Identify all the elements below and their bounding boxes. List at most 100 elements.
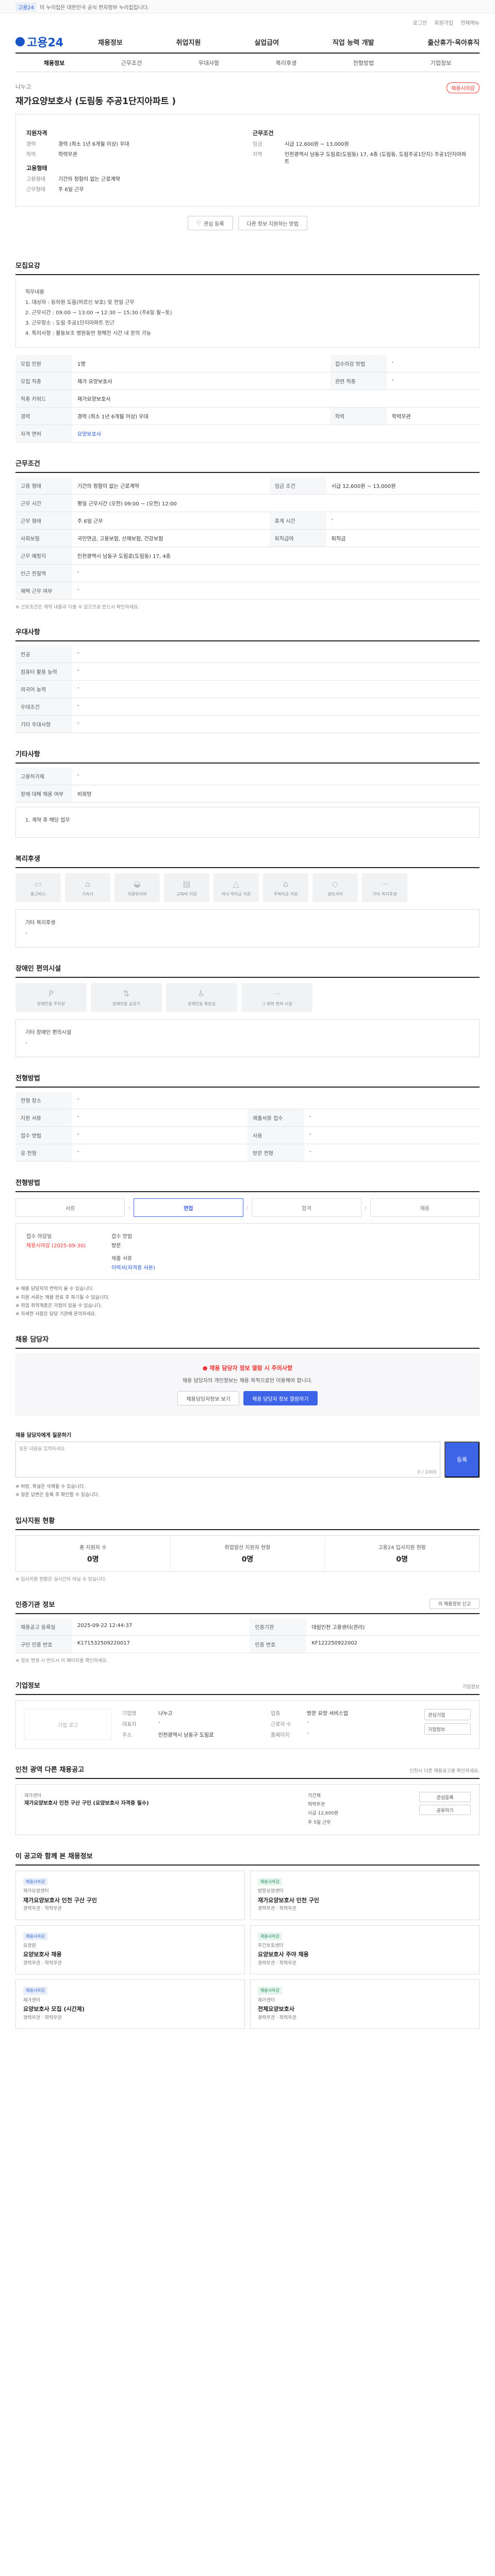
job-card[interactable]: 채용시마감 재가센터 전체요양보호사 경력무관 · 학력무관 [250,1979,480,2029]
info-val: 나누고 [158,1711,173,1717]
interest-button[interactable]: ♡ 관심 등록 [188,216,233,230]
cell: 평일 근무시간 (오전) 09:00 ~ (오전) 12:00 [72,494,480,512]
table-row: 자격 면허 요양보호사 [15,425,480,443]
site-logo[interactable]: 고용24 [15,33,98,50]
facility-label: 장애인용 화장실 [187,1001,216,1006]
desc-line: 2. 근무시간 : 09:00 ~ 13:00 → 12:30 ~ 15:30 … [25,310,172,316]
tab-conditions[interactable]: 근무조건 [93,59,170,67]
cell: - [304,1144,480,1162]
stats-note: ※ 입사지원 현황은 실시간이 아닐 수 있습니다. [15,1577,107,1582]
card-title[interactable]: 재가요양보호사 인천 구산 구인 [23,1896,237,1906]
gnb-item-support[interactable]: 취업지원 [176,37,201,47]
contact-text: 채용 담당자의 개인정보는 채용 목적으로만 이용해야 합니다. [182,1378,313,1384]
other-title[interactable]: 재가요양보호사 인천 구산 구인 (요양보호사 자격증 필수) [24,1799,300,1806]
job-card[interactable]: 채용시마감 재가요양센터 재가요양보호사 인천 구산 구인 경력무관 · 학력무관 [15,1870,245,1920]
other-job-item[interactable]: 재가센터 재가요양보호사 인천 구산 구인 (요양보호사 자격증 필수) 기간제… [15,1784,480,1835]
card-title[interactable]: 요양보호사 주야 채용 [258,1950,472,1960]
kv-key: 고용형태 [26,177,45,182]
qa-section: 채용 담당자에게 질문하기 질문 내용을 입력하세요. 0 / 1000 등록 ※… [15,1431,480,1499]
company-more-link[interactable]: 기업정보 [463,1683,480,1690]
welfare-item: ⌂ 주택자금 지원 [263,873,308,903]
info-val: - [307,1731,309,1737]
stat-label: 고용24 입사지원 현황 [378,1545,426,1551]
tab-company[interactable]: 기업정보 [402,59,480,67]
stat-item: 총 지원자 수 0명 [16,1535,171,1571]
gnb-item-jobs[interactable]: 채용정보 [98,37,123,47]
gov-banner-text: 이 누리집은 대한민국 공식 전자정부 누리집입니다. [40,5,150,11]
gnb-item-benefit[interactable]: 실업급여 [254,37,279,47]
tab-recruit[interactable]: 채용정보 [15,59,93,67]
section-title: 근무조건 [15,458,480,473]
desc-line: 3. 근무장소 : 도림 주공1단지아파트 인근 [25,320,115,326]
job-description: 직무내용 1. 대상자 : 등하원 도움(어르신 보호) 및 전일 근무 2. … [15,279,480,348]
info-val: 방문 요양 서비스업 [307,1711,348,1717]
arrow-right-icon: › [364,1204,367,1212]
submit-question-button[interactable]: 등록 [444,1442,480,1478]
question-input[interactable]: 질문 내용을 입력하세요. 0 / 1000 [15,1442,440,1478]
recent-button[interactable]: 다른 정보 지원하는 방법 [238,216,307,230]
process-steps: 서류 › 면접 › 합격 › 채용 [15,1198,480,1217]
cell: 외국어 능력 [15,680,72,699]
info-key: 주소 [122,1733,132,1739]
table-row: 접수 방법 - 사용 - [15,1126,480,1145]
section-title: 입사지원 현황 [15,1515,480,1530]
tab-prefer[interactable]: 우대사항 [170,59,248,67]
other-share-button[interactable]: 공유하기 [419,1805,471,1816]
card-title[interactable]: 요양보호사 모집 (시간제) [23,2005,237,2014]
table-row: 근무 시간 평일 근무시간 (오전) 09:00 ~ (오전) 12:00 [15,494,480,512]
cell: 기타 우대사항 [15,715,72,734]
job-card[interactable]: 채용시마감 방문요양센터 재가요양보호사 인천 구인 경력무관 · 학력무관 [250,1870,480,1920]
job-card[interactable]: 채용시마감 주간보호센터 요양보호사 주야 채용 경력무관 · 학력무관 [250,1925,480,1975]
report-button[interactable]: 이 채용정보 신고 [430,1598,480,1609]
info-val: 인천광역시 남동구 도림로 [158,1733,214,1739]
facility-item: ⇅ 장애인용 승강기 [91,983,162,1012]
card-meta: 경력무관 · 학력무관 [258,1961,296,1967]
company-info-button[interactable]: 기업정보 [424,1723,471,1735]
cell: - [72,663,480,681]
recommend-section: 이 공고와 함께 본 채용정보 채용시마감 재가요양센터 재가요양보호사 인천 구산… [15,1851,480,2029]
note-line: ※ 질문 답변은 등록 후 확인할 수 있습니다. [15,1493,100,1498]
card-title[interactable]: 전체요양보호사 [258,2005,472,2014]
view-contact-button[interactable]: 채용담당자정보 보기 [177,1391,240,1406]
open-contact-button[interactable]: 채용 담당자 정보 열람하기 [243,1391,318,1406]
step-item: 서류 [15,1198,125,1217]
other-interest-button[interactable]: 관심등록 [419,1792,471,1803]
cell: 모집 인원 [15,355,72,372]
welfare-label: 주택자금 지원 [273,891,298,896]
card-meta: 경력무관 · 학력무관 [258,2015,296,2021]
card-title[interactable]: 요양보호사 채용 [23,1950,237,1960]
cell: 인천광역시 남동구 도림로(도림동) 17, 4층 [72,547,480,565]
kv-val: 기간의 정함이 없는 근로계약 [58,177,120,182]
desc-line: 4. 특이사항 : 활동보조 병원동반 정해진 시간 내 문의 가능 [25,331,151,336]
gnb-item-leave[interactable]: 출산휴가·육아휴직 [427,37,480,47]
info-key: 대표자 [122,1722,137,1728]
facility-item: ⋯ 그 밖의 편의 시설 [241,983,312,1012]
all-menu-link[interactable]: 전체메뉴 [460,19,480,26]
tab-welfare[interactable]: 복리후생 [248,59,325,67]
note-line: ※ 자세한 사항은 담당 기관에 문의하세요. [15,1311,97,1317]
cell: 기간의 정함이 없는 근로계약 [72,477,270,495]
tab-selection[interactable]: 전형방법 [325,59,402,67]
interest-company-button[interactable]: 관심기업 [424,1709,471,1721]
doc-value[interactable]: 이력서(자격증 사본) [111,1263,155,1271]
apply-value: 채용시마감 (2025-09-30) [26,1243,86,1249]
work-table: 고용 형태 기간의 정함이 없는 근로계약 임금 조건 시급 12,600원 ~ 13… [15,477,480,600]
cell: 사회보험 [15,529,72,547]
cell: 학력무관 [386,407,480,425]
kv-val: 학력무관 [58,152,77,158]
cell: 자격 면허 [15,425,72,443]
note-key: 기타 복리후생 [25,920,56,926]
gnb-item-training[interactable]: 직업 능력 개발 [333,37,374,47]
login-link[interactable]: 로그인 [413,19,427,26]
qual-heading: 지원자격 [26,130,47,137]
signup-link[interactable]: 회원가입 [434,19,453,26]
stat-label: 총 지원자 수 [79,1545,107,1551]
others-section: 인천 광역 다른 채용공고 인천시 다른 채용공고를 확인하세요. 재가센터 재… [15,1764,480,1835]
job-card[interactable]: 채용시마감 요양원 요양보호사 채용 경력무관 · 학력무관 [15,1925,245,1975]
job-title: 재가요양보호사 (도림동 주공1단지아파트 ) [15,96,176,107]
card-company: 재가요양센터 [23,1889,49,1894]
section-title: 복리후생 [15,853,480,869]
job-card[interactable]: 채용시마감 재가센터 요양보호사 모집 (시간제) 경력무관 · 학력무관 [15,1979,245,2029]
card-title[interactable]: 재가요양보호사 인천 구인 [258,1896,472,1906]
alert-icon: ● [202,1365,210,1372]
